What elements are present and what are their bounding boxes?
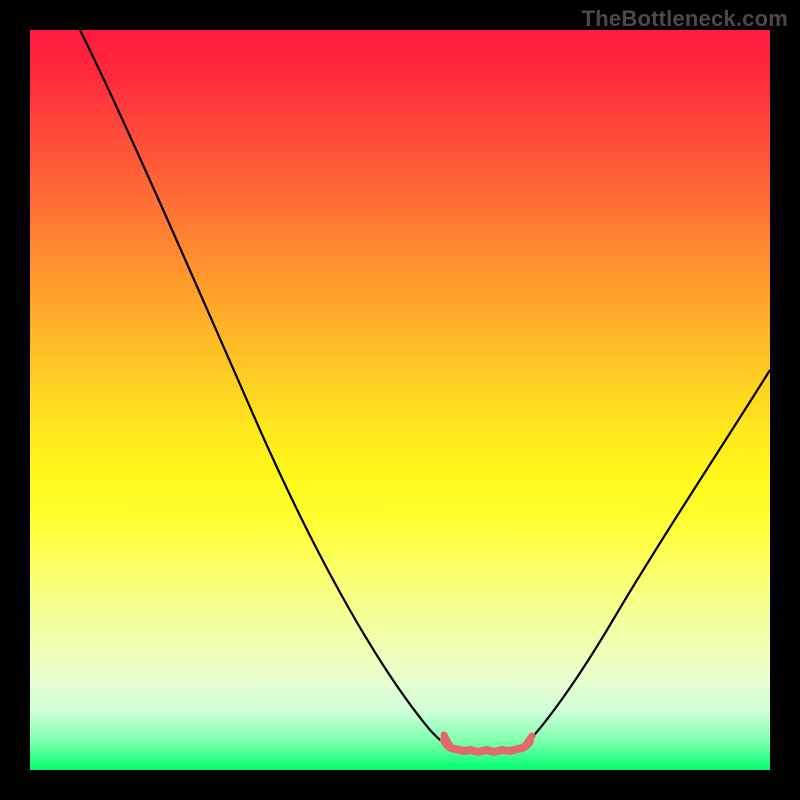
watermark-text: TheBottleneck.com xyxy=(582,6,788,32)
curve-right-branch xyxy=(525,370,770,745)
flat-bottom-segment xyxy=(444,740,530,752)
chart-svg xyxy=(30,30,770,770)
curve-left-branch xyxy=(80,30,450,745)
plot-area xyxy=(30,30,770,770)
